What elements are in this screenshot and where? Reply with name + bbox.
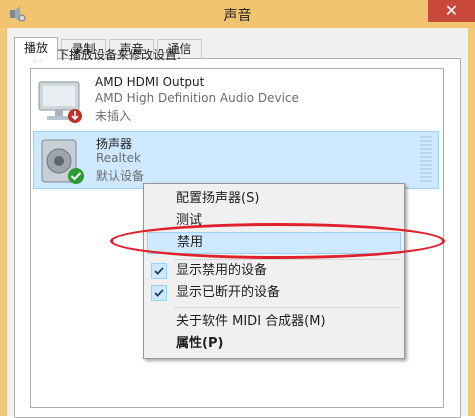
device-item-hdmi[interactable]: AMD HDMI Output AMD High Definition Audi… [33,72,439,130]
checkmark-icon [151,263,167,279]
menu-item-disable[interactable]: 禁用 [147,232,401,254]
menu-item-about-midi-synth[interactable]: 关于软件 MIDI 合成器(M) [147,311,401,333]
menu-separator [174,307,400,308]
menu-item-configure-speakers[interactable]: 配置扬声器(S) [147,188,401,210]
device-status: 未插入 [95,109,132,123]
device-item-speakers[interactable]: 扬声器 Realtek 默认设备 [33,131,439,189]
device-description: AMD High Definition Audio Device [95,91,299,105]
checkmark-icon [151,285,167,301]
monitor-icon [38,81,82,123]
context-menu: 配置扬声器(S) 测试 禁用 显示禁用的设备 显示已断开的设备 关于软件 MID… [143,183,405,359]
device-status: 默认设备 [96,169,145,183]
device-name: 扬声器 [96,137,133,151]
menu-item-properties[interactable]: 属性(P) [147,333,401,355]
default-check-badge-icon [68,168,84,184]
sound-dialog: 声音 ✕ 播放 录制 声音 通信 选择以下播放设备来修改设置: AMD HDMI… [0,0,475,418]
close-icon: ✕ [444,1,459,20]
menu-item-test[interactable]: 测试 [147,210,401,232]
device-name: AMD HDMI Output [95,75,205,89]
menu-item-label: 显示禁用的设备 [176,263,268,278]
unplugged-badge-icon [68,109,82,123]
menu-item-show-disabled-devices[interactable]: 显示禁用的设备 [147,260,401,282]
title-bar[interactable]: 声音 ✕ [0,0,475,28]
device-description: Realtek [96,151,141,165]
menu-item-label: 显示已断开的设备 [176,285,281,300]
volume-level-meter [420,136,432,184]
menu-item-show-disconnected-devices[interactable]: 显示已断开的设备 [147,282,401,304]
speaker-icon [41,139,84,184]
tab-playback[interactable]: 播放 [14,37,58,60]
window-title: 声音 [223,8,252,24]
close-button[interactable]: ✕ [428,0,475,22]
